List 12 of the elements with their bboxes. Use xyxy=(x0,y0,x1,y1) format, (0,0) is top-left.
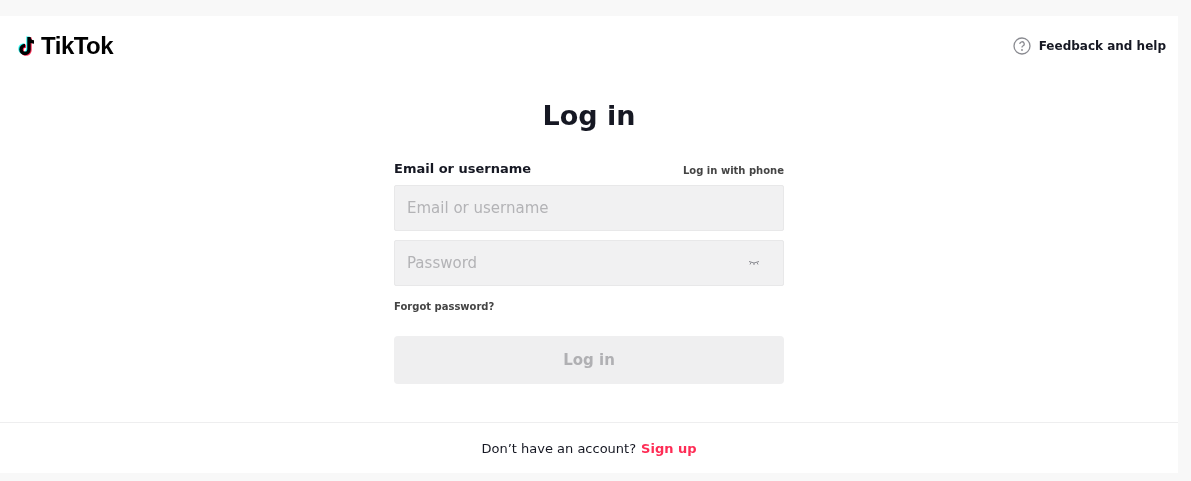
field-label: Email or username xyxy=(394,161,532,176)
feedback-help-link[interactable]: Feedback and help xyxy=(1012,37,1166,55)
logo-text[interactable]: TikTok xyxy=(41,32,114,60)
signup-link[interactable]: Sign up xyxy=(641,440,697,456)
help-icon xyxy=(1012,37,1031,55)
email-field[interactable]: Email or username xyxy=(394,185,784,231)
hidden-eye-icon[interactable] xyxy=(748,260,760,266)
page-title: Log in xyxy=(542,100,636,131)
signup-prompt: Don’t have an account? xyxy=(481,440,637,456)
phone-login-link[interactable]: Log in with phone xyxy=(683,165,784,176)
password-field[interactable]: Password xyxy=(394,240,784,286)
forgot-password-link[interactable]: Forgot password? xyxy=(394,301,495,312)
